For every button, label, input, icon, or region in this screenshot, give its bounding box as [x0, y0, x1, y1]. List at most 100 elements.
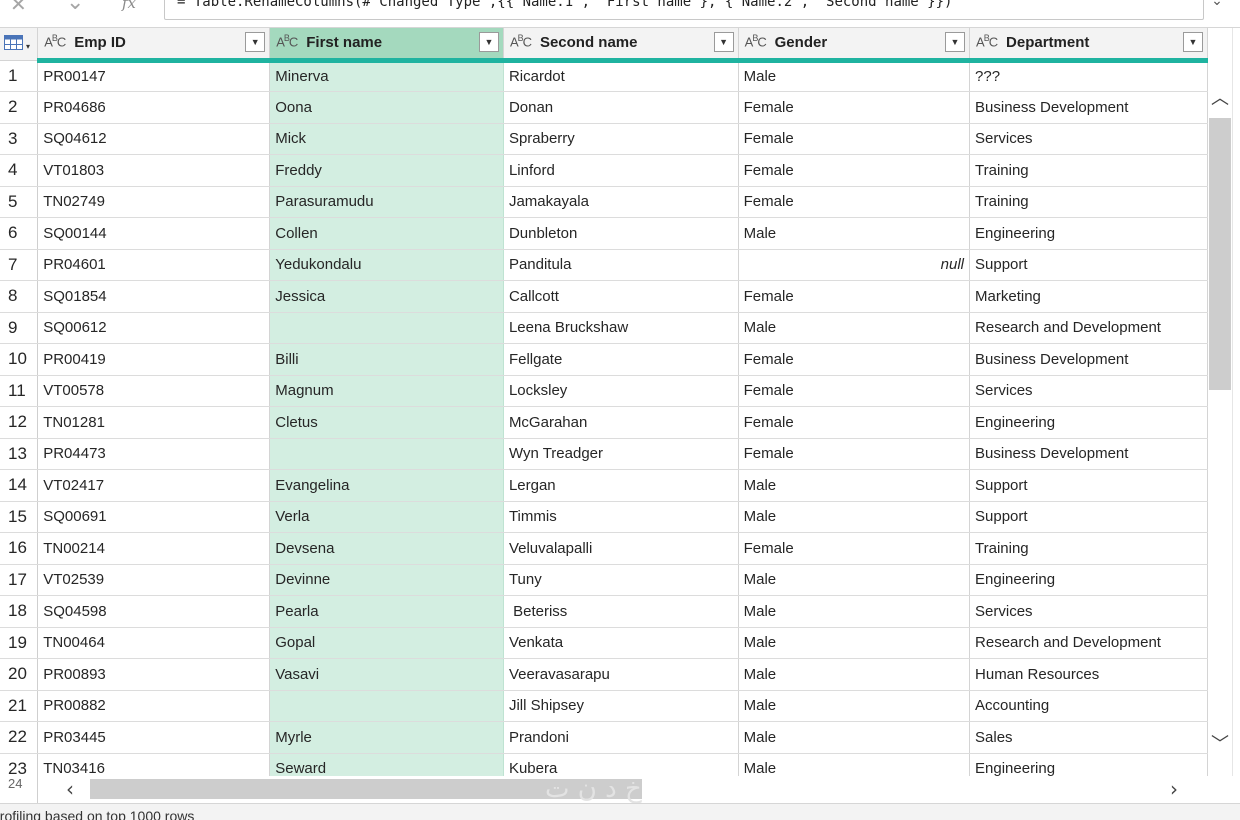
cell-department[interactable]: Engineering — [969, 406, 1208, 439]
text-type-icon[interactable]: ABC — [745, 33, 767, 49]
cell-second-name[interactable]: Veluvalapalli — [503, 532, 739, 565]
cell-second-name[interactable]: Jamakayala — [503, 186, 739, 218]
cell-first-name[interactable]: Cletus — [269, 406, 504, 439]
cell-emp-id[interactable]: PR03445 — [37, 721, 271, 754]
cell-department[interactable]: Training — [969, 186, 1208, 218]
cell-gender[interactable]: Male — [738, 312, 971, 344]
cell-second-name[interactable]: Beteriss — [503, 595, 739, 628]
cell-department[interactable]: Research and Development — [969, 627, 1208, 659]
cell-gender[interactable]: Female — [738, 406, 971, 439]
cell-second-name[interactable]: Leena Bruckshaw — [503, 312, 739, 344]
cell-second-name[interactable]: Prandoni — [503, 721, 739, 754]
cell-gender[interactable]: Female — [738, 91, 971, 124]
cell-first-name[interactable]: Yedukondalu — [269, 249, 504, 281]
row-number[interactable]: 5 — [0, 186, 39, 218]
cell-gender[interactable]: Male — [738, 595, 971, 628]
cell-gender[interactable]: Male — [738, 469, 971, 502]
cell-first-name[interactable]: Devinne — [269, 564, 504, 596]
cell-gender[interactable]: Female — [738, 280, 971, 313]
cell-emp-id[interactable]: TN00464 — [37, 627, 271, 659]
cell-first-name[interactable]: Evangelina — [269, 469, 504, 502]
chevron-left-icon[interactable]: ‹ — [58, 776, 82, 803]
row-number[interactable]: 9 — [0, 312, 39, 344]
cell-second-name[interactable]: Timmis — [503, 501, 739, 533]
filter-dropdown-icon[interactable]: ▼ — [478, 32, 499, 52]
cell-gender[interactable]: Female — [738, 532, 971, 565]
cell-first-name[interactable]: Pearla — [269, 595, 504, 628]
cell-emp-id[interactable]: SQ00144 — [37, 217, 271, 250]
row-number[interactable]: 4 — [0, 154, 39, 187]
cell-first-name[interactable]: Magnum — [269, 375, 504, 407]
row-number[interactable]: 13 — [0, 438, 39, 470]
cell-second-name[interactable]: Panditula — [503, 249, 739, 281]
cell-first-name[interactable] — [269, 312, 504, 344]
cell-department[interactable]: Sales — [969, 721, 1208, 754]
cell-department[interactable]: Services — [969, 375, 1208, 407]
cell-emp-id[interactable]: SQ04598 — [37, 595, 271, 628]
row-number[interactable]: 23 — [0, 753, 39, 776]
cell-emp-id[interactable]: TN01281 — [37, 406, 271, 439]
row-number[interactable]: 21 — [0, 690, 39, 722]
cell-first-name[interactable]: Verla — [269, 501, 504, 533]
cell-gender[interactable]: Female — [738, 375, 971, 407]
text-type-icon[interactable]: ABC — [44, 33, 66, 49]
cell-department[interactable]: Services — [969, 595, 1208, 628]
row-number[interactable]: 6 — [0, 217, 39, 250]
cell-gender[interactable]: Male — [738, 753, 971, 776]
vertical-scroll-thumb[interactable] — [1209, 118, 1231, 390]
cell-gender[interactable]: Male — [738, 690, 971, 722]
row-number[interactable]: 22 — [0, 721, 39, 754]
cell-first-name[interactable] — [269, 690, 504, 722]
cell-second-name[interactable]: Locksley — [503, 375, 739, 407]
cell-department[interactable]: Business Development — [969, 91, 1208, 124]
cell-emp-id[interactable]: VT00578 — [37, 375, 271, 407]
cell-second-name[interactable]: Venkata — [503, 627, 739, 659]
chevron-right-icon[interactable]: › — [1162, 776, 1186, 803]
cell-first-name[interactable]: Vasavi — [269, 658, 504, 691]
row-number[interactable]: 14 — [0, 469, 39, 502]
row-number[interactable]: 2 — [0, 91, 39, 124]
cell-second-name[interactable]: McGarahan — [503, 406, 739, 439]
cell-second-name[interactable]: Linford — [503, 154, 739, 187]
row-number[interactable]: 3 — [0, 123, 39, 155]
cell-second-name[interactable]: Ricardot — [503, 60, 739, 92]
cell-first-name[interactable]: Gopal — [269, 627, 504, 659]
cell-emp-id[interactable]: TN03416 — [37, 753, 271, 776]
column-header-department[interactable]: ABC Department ▼ — [969, 28, 1208, 63]
cell-department[interactable]: Accounting — [969, 690, 1208, 722]
row-number[interactable]: 17 — [0, 564, 39, 596]
row-number[interactable]: 20 — [0, 658, 39, 691]
row-number[interactable]: 16 — [0, 532, 39, 565]
cell-gender[interactable]: Male — [738, 658, 971, 691]
cell-emp-id[interactable]: PR00882 — [37, 690, 271, 722]
cell-department[interactable]: Training — [969, 154, 1208, 187]
cell-first-name[interactable] — [269, 438, 504, 470]
cell-gender[interactable]: Female — [738, 154, 971, 187]
vertical-scrollbar[interactable]: ︿ ﹀ — [1208, 60, 1232, 776]
cell-second-name[interactable]: Wyn Treadger — [503, 438, 739, 470]
row-number[interactable]: 10 — [0, 343, 39, 376]
cell-second-name[interactable]: Tuny — [503, 564, 739, 596]
filter-dropdown-icon[interactable]: ▼ — [713, 32, 734, 52]
row-number[interactable]: 19 — [0, 627, 39, 659]
column-header-second-name[interactable]: ABC Second name ▼ — [503, 28, 739, 63]
cell-first-name[interactable]: Collen — [269, 217, 504, 250]
cell-department[interactable]: Services — [969, 123, 1208, 155]
cell-gender[interactable]: Female — [738, 343, 971, 376]
cell-second-name[interactable]: Donan — [503, 91, 739, 124]
cell-second-name[interactable]: Fellgate — [503, 343, 739, 376]
cell-gender[interactable]: null — [738, 249, 971, 281]
filter-dropdown-icon[interactable]: ▼ — [945, 32, 966, 52]
cell-second-name[interactable]: Spraberry — [503, 123, 739, 155]
formula-input[interactable]: = Table.RenameColumns(#"Changed Type",{{… — [164, 0, 1204, 20]
cell-gender[interactable]: Male — [738, 60, 971, 92]
cell-department[interactable]: Business Development — [969, 343, 1208, 376]
text-type-icon[interactable]: ABC — [276, 33, 298, 49]
text-type-icon[interactable]: ABC — [510, 33, 532, 49]
column-header-gender[interactable]: ABC Gender ▼ — [738, 28, 971, 63]
column-header-first-name[interactable]: ABC First name ▼ — [269, 28, 504, 63]
cell-first-name[interactable]: Freddy — [269, 154, 504, 187]
chevron-up-icon[interactable]: ︿ — [1208, 84, 1232, 109]
cell-gender[interactable]: Male — [738, 564, 971, 596]
cell-emp-id[interactable]: SQ00612 — [37, 312, 271, 344]
